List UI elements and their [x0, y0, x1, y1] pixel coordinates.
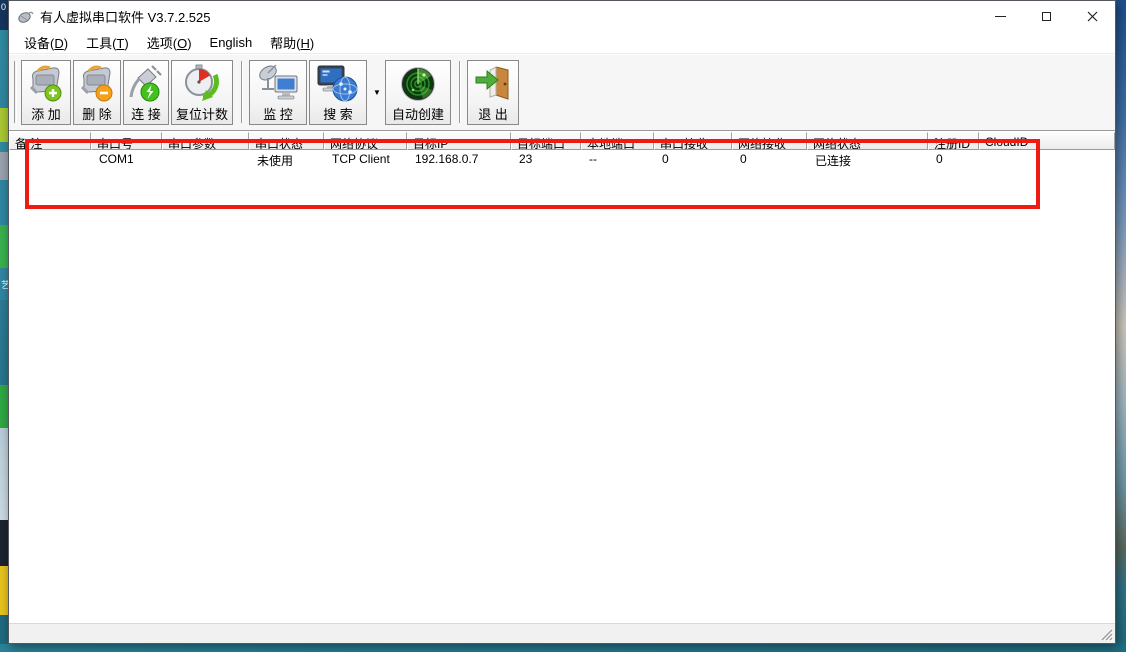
column-header-serial-rx[interactable]: 串口接收 [654, 132, 732, 150]
column-header-local-port[interactable]: 本地端口 [581, 132, 654, 150]
status-bar [9, 623, 1115, 643]
desktop-left-sliver: 0 艺 [0, 0, 8, 652]
desktop-icon-fragment [0, 520, 8, 566]
desktop: 0 艺 有人虚拟串口软件 V3.7.2.525 [0, 0, 1126, 652]
maximize-button[interactable] [1023, 1, 1069, 31]
toolbar-separator [459, 61, 461, 123]
toolbar-grip[interactable] [14, 61, 17, 123]
toolbar: 添 加 删 除 [9, 54, 1115, 131]
cell-serial-params [162, 150, 249, 167]
column-header-cloudid[interactable]: CloudID [979, 132, 1115, 150]
column-header-net-protocol[interactable]: 网络协议 [324, 132, 407, 150]
menu-english[interactable]: English [201, 33, 262, 52]
cell-remark [9, 150, 91, 167]
column-header-remark[interactable]: 备 注 [9, 132, 91, 150]
column-header-net-rx[interactable]: 网络接收 [732, 132, 807, 150]
resize-grip-icon[interactable] [1100, 628, 1113, 641]
column-header-net-status[interactable]: 网络状态 [807, 132, 928, 150]
cell-target-port: 23 [511, 150, 581, 167]
close-button[interactable] [1069, 1, 1115, 31]
window-controls [977, 1, 1115, 31]
reset-counter-icon [179, 61, 225, 107]
title-bar: 有人虚拟串口软件 V3.7.2.525 [9, 1, 1115, 31]
minimize-icon [995, 16, 1006, 17]
menu-tools[interactable]: 工具(T) [77, 31, 138, 54]
maximize-icon [1042, 12, 1051, 21]
toolbar-separator [241, 61, 243, 123]
list-header-row: 备 注 串口号 串口参数 串口状态 网络协议 目标IP 目标端口 本地端口 串口… [9, 132, 1115, 150]
cell-local-port: -- [581, 150, 654, 167]
connect-button[interactable]: 连 接 [123, 60, 169, 125]
cell-target-ip: 192.168.0.7 [407, 150, 511, 167]
delete-button[interactable]: 删 除 [73, 60, 121, 125]
column-header-register-id[interactable]: 注册ID [928, 132, 979, 150]
search-dropdown-button[interactable]: ▼ [369, 88, 385, 97]
minimize-button[interactable] [977, 1, 1023, 31]
monitor-button[interactable]: 监 控 [249, 60, 307, 125]
column-header-target-ip[interactable]: 目标IP [407, 132, 511, 150]
menu-device[interactable]: 设备(D) [15, 31, 77, 54]
connect-icon [126, 61, 166, 107]
desktop-icon-fragment [0, 385, 8, 428]
column-header-com-port[interactable]: 串口号 [91, 132, 162, 150]
cell-net-rx: 0 [732, 150, 807, 167]
search-button[interactable]: 搜 索 [309, 60, 367, 125]
auto-create-icon [396, 61, 440, 107]
monitor-icon [256, 61, 300, 107]
search-dropdown-icon: ▼ [373, 88, 381, 97]
exit-button[interactable]: 退 出 [467, 60, 519, 125]
reset-counter-button[interactable]: 复位计数 [171, 60, 233, 125]
menu-options[interactable]: 选项(O) [138, 31, 201, 54]
exit-icon [472, 61, 514, 107]
desktop-bottom-sliver [0, 644, 1126, 652]
desktop-icon-fragment [0, 225, 8, 268]
desktop-label-fragment: 0 [1, 3, 6, 12]
desktop-icon-fragment [0, 108, 8, 142]
cell-serial-status: 未使用 [249, 150, 324, 167]
app-window: 有人虚拟串口软件 V3.7.2.525 设备(D) 工具(T) 选项(O) En… [8, 0, 1116, 644]
cell-com-port: COM1 [91, 150, 162, 167]
column-header-serial-status[interactable]: 串口状态 [249, 132, 324, 150]
column-header-target-port[interactable]: 目标端口 [511, 132, 581, 150]
desktop-icon-fragment [0, 152, 8, 180]
delete-device-icon [76, 61, 118, 107]
add-device-icon [25, 61, 67, 107]
cell-serial-rx: 0 [654, 150, 732, 167]
cell-register-id: 0 [928, 150, 979, 167]
menu-help[interactable]: 帮助(H) [261, 31, 323, 54]
close-icon [1087, 11, 1098, 22]
search-icon [316, 61, 360, 107]
desktop-icon-fragment [0, 566, 8, 615]
device-list: 备 注 串口号 串口参数 串口状态 网络协议 目标IP 目标端口 本地端口 串口… [9, 131, 1115, 623]
auto-create-button[interactable]: 自动创建 [385, 60, 451, 125]
desktop-right-sliver [1116, 0, 1126, 652]
window-title: 有人虚拟串口软件 V3.7.2.525 [40, 7, 977, 26]
table-row[interactable]: COM1 未使用 TCP Client 192.168.0.7 23 -- 0 … [9, 150, 1115, 167]
app-icon [17, 8, 34, 24]
column-header-serial-params[interactable]: 串口参数 [162, 132, 249, 150]
menu-bar: 设备(D) 工具(T) 选项(O) English 帮助(H) [9, 31, 1115, 54]
add-button[interactable]: 添 加 [21, 60, 71, 125]
cell-cloudid [979, 150, 1115, 167]
desktop-label-fragment: 艺 [1, 281, 8, 290]
cell-net-status: 已连接 [807, 150, 928, 167]
cell-net-protocol: TCP Client [324, 150, 407, 167]
